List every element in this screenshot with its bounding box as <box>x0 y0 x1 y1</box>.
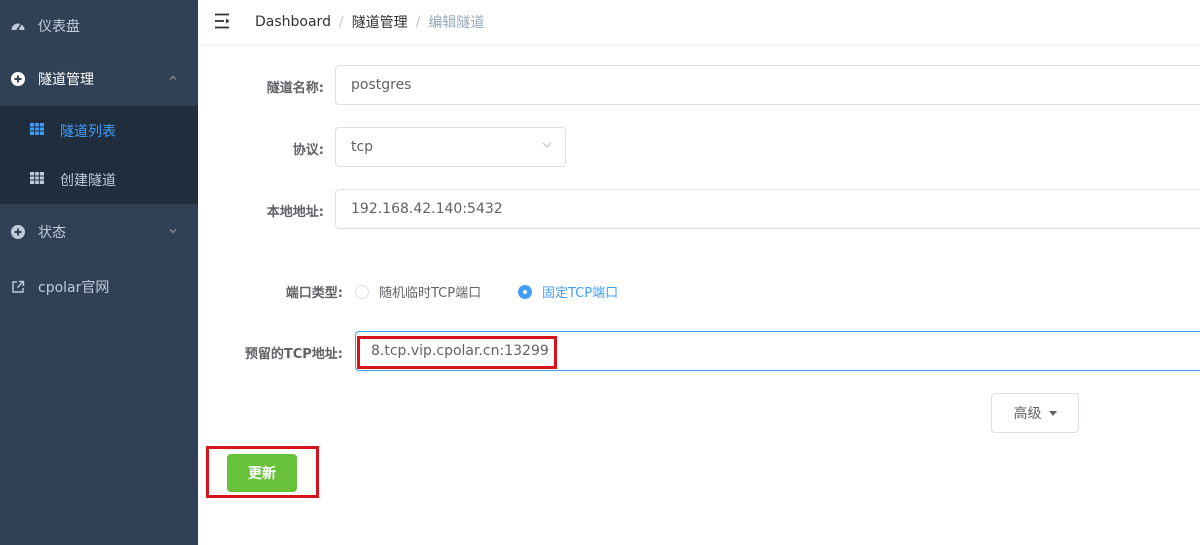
radio-random-port-label: 随机临时TCP端口 <box>379 286 482 301</box>
sidebar-item-label: 状态 <box>38 225 66 241</box>
protocol-label: 协议: <box>292 143 324 158</box>
breadcrumb-dashboard[interactable]: Dashboard <box>255 14 331 30</box>
sidebar-item-label: cpolar官网 <box>38 280 110 296</box>
sidebar-item-label: 创建隧道 <box>60 172 116 189</box>
breadcrumb-current: 编辑隧道 <box>428 15 485 31</box>
local-address-input[interactable]: 192.168.42.140:5432 <box>335 189 1200 229</box>
table-icon <box>30 171 44 188</box>
breadcrumb: Dashboard / 隧道管理 / 编辑隧道 <box>255 12 484 32</box>
tunnel-submenu: 隧道列表 创建隧道 <box>0 106 198 204</box>
sidebar-item-status[interactable]: 状态 <box>0 206 198 258</box>
update-button-label: 更新 <box>248 466 276 482</box>
top-navbar: Dashboard / 隧道管理 / 编辑隧道 <box>198 0 1200 44</box>
breadcrumb-tunnel-management[interactable]: 隧道管理 <box>352 12 408 32</box>
update-button[interactable]: 更新 <box>227 454 297 492</box>
local-address-label: 本地地址: <box>266 205 324 220</box>
tunnel-name-label: 隧道名称: <box>266 81 324 96</box>
sidebar-item-tunnel-list[interactable]: 隧道列表 <box>0 106 198 155</box>
chevron-down-icon <box>168 224 178 240</box>
sidebar-item-label: 隧道列表 <box>60 123 116 140</box>
tunnel-name-value: postgres <box>351 77 412 93</box>
breadcrumb-separator: / <box>415 14 421 30</box>
sidebar-item-label: 隧道管理 <box>38 72 94 88</box>
local-address-value: 192.168.42.140:5432 <box>351 201 503 217</box>
sidebar: 仪表盘 隧道管理 隧道列表 创建隧道 状态 cpolar官网 <box>0 0 198 545</box>
chevron-up-icon <box>168 71 178 87</box>
protocol-value: tcp <box>351 139 374 155</box>
plus-circle-icon <box>10 224 26 240</box>
sidebar-item-tunnel-management[interactable]: 隧道管理 <box>0 53 198 105</box>
sidebar-item-dashboard[interactable]: 仪表盘 <box>0 0 198 52</box>
advanced-button[interactable]: 高级 <box>991 393 1079 433</box>
sidebar-item-label: 仪表盘 <box>38 19 80 35</box>
advanced-button-label: 高级 <box>1013 406 1042 422</box>
tunnel-name-input[interactable]: postgres <box>335 65 1200 105</box>
radio-fixed-port-label: 固定TCP端口 <box>542 286 619 301</box>
protocol-select[interactable]: tcp <box>335 127 566 167</box>
hamburger-icon[interactable] <box>214 12 232 30</box>
caret-down-icon <box>1048 410 1057 416</box>
radio-random-port[interactable]: 随机临时TCP端口 <box>355 282 481 301</box>
external-link-icon <box>10 279 26 295</box>
dashboard-icon <box>10 18 26 34</box>
breadcrumb-separator: / <box>338 14 344 30</box>
table-icon <box>30 122 44 139</box>
radio-fixed-port[interactable]: 固定TCP端口 <box>518 282 618 301</box>
sidebar-item-cpolar-website[interactable]: cpolar官网 <box>0 261 198 313</box>
radio-circle[interactable] <box>518 284 532 299</box>
highlight-box <box>357 336 557 369</box>
chevron-down-icon <box>541 139 553 155</box>
reserved-tcp-label: 预留的TCP地址: <box>244 347 343 362</box>
radio-circle[interactable] <box>355 284 369 299</box>
port-type-label: 端口类型: <box>285 286 343 301</box>
sidebar-item-create-tunnel[interactable]: 创建隧道 <box>0 155 198 204</box>
plus-circle-icon <box>10 71 26 87</box>
